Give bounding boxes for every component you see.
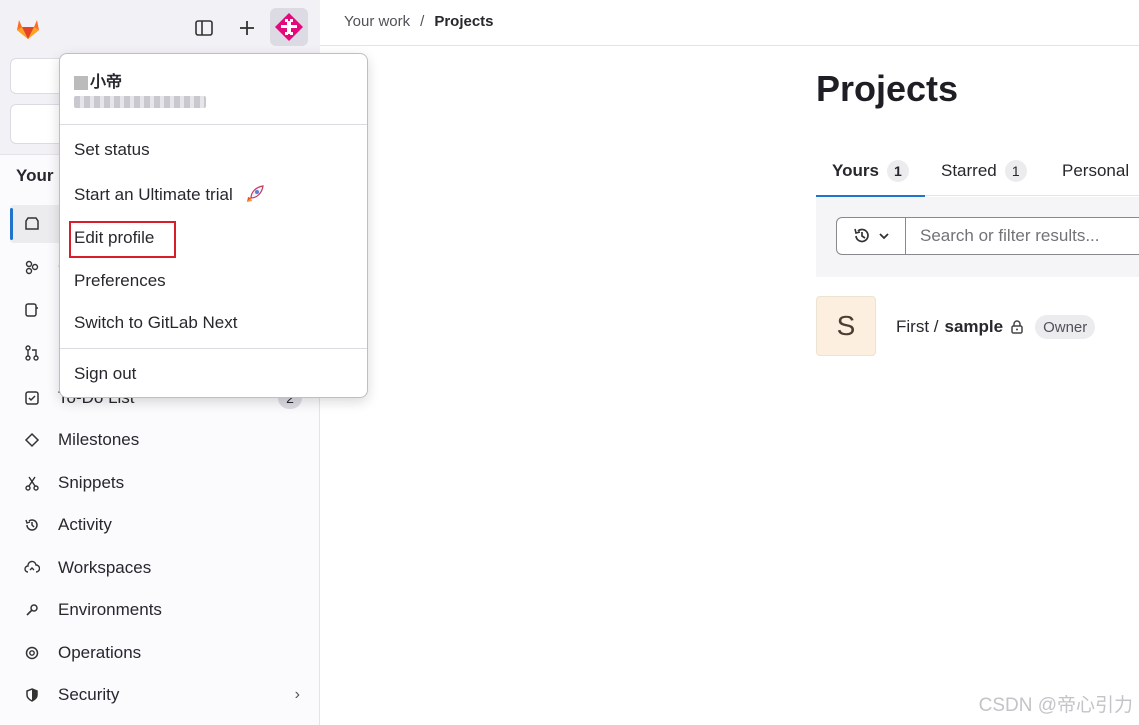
set-status-item[interactable]: Set status bbox=[74, 140, 150, 160]
snippet-icon bbox=[22, 473, 42, 493]
redacted-block bbox=[74, 75, 88, 90]
tab-count-badge: 1 bbox=[886, 160, 909, 182]
sidebar-item-workspaces[interactable]: Workspaces bbox=[10, 549, 310, 587]
tab-yours[interactable]: Yours 1 bbox=[816, 146, 925, 197]
merge-request-icon bbox=[22, 343, 42, 363]
tab-label: Starred bbox=[941, 161, 997, 180]
project-avatar[interactable]: S bbox=[816, 296, 876, 356]
search-input[interactable]: Search or filter results... bbox=[905, 217, 1139, 255]
menu-divider bbox=[60, 124, 367, 125]
breadcrumb-current[interactable]: Projects bbox=[434, 13, 493, 30]
search-history-dropdown[interactable] bbox=[836, 217, 906, 255]
workspace-icon bbox=[22, 558, 42, 578]
menu-item-label: Start an Ultimate trial bbox=[74, 185, 233, 204]
watermark: CSDN @帝心引力 bbox=[978, 695, 1133, 716]
rocket-icon bbox=[246, 185, 264, 202]
breadcrumb-separator: / bbox=[420, 13, 425, 30]
chevron-down-icon bbox=[879, 233, 889, 240]
user-avatar-button[interactable] bbox=[270, 8, 308, 46]
sidebar-item-label: Security bbox=[58, 685, 120, 704]
sidebar-item-snippets[interactable]: Snippets bbox=[10, 464, 310, 502]
environment-icon bbox=[22, 600, 42, 620]
highlight-annotation bbox=[69, 221, 176, 258]
tab-label: Yours bbox=[832, 161, 879, 180]
sidebar-toggle-icon bbox=[195, 20, 213, 36]
plus-icon bbox=[240, 21, 254, 35]
sidebar-item-activity[interactable]: Activity bbox=[10, 506, 310, 544]
tab-count-badge: 1 bbox=[1004, 160, 1027, 182]
issues-icon bbox=[22, 300, 42, 320]
user-menu-dropdown: 小帝 Set status Start an Ultimate trial Ed… bbox=[59, 53, 368, 398]
avatar bbox=[275, 13, 303, 41]
tab-personal[interactable]: Personal bbox=[1062, 146, 1129, 196]
ultimate-trial-item[interactable]: Start an Ultimate trial bbox=[74, 184, 265, 206]
project-name[interactable]: sample bbox=[945, 317, 1004, 337]
todo-icon bbox=[22, 388, 42, 408]
shield-icon bbox=[22, 685, 42, 705]
switch-gitlab-next-item[interactable]: Switch to GitLab Next bbox=[74, 313, 237, 333]
user-name-text: 小帝 bbox=[90, 74, 123, 91]
user-info[interactable]: 小帝 bbox=[74, 68, 206, 108]
user-display-name: 小帝 bbox=[74, 68, 206, 92]
user-handle-redacted bbox=[74, 96, 206, 108]
menu-divider bbox=[60, 348, 367, 349]
lock-icon bbox=[1011, 320, 1023, 334]
sidebar-item-label: Operations bbox=[58, 643, 142, 662]
sidebar-item-operations[interactable]: Operations bbox=[10, 634, 310, 672]
tab-starred[interactable]: Starred 1 bbox=[941, 146, 1027, 196]
project-tabs: Yours 1 Starred 1 Personal bbox=[816, 146, 1139, 197]
sidebar-item-label: Environments bbox=[58, 600, 162, 619]
gitlab-logo-icon[interactable] bbox=[14, 14, 42, 42]
group-icon bbox=[22, 257, 42, 277]
breadcrumb-your-work[interactable]: Your work bbox=[344, 13, 410, 30]
sidebar-item-label: Snippets bbox=[58, 473, 125, 492]
sidebar-toggle-button[interactable] bbox=[186, 10, 222, 46]
create-new-button[interactable] bbox=[229, 10, 265, 46]
project-namespace[interactable]: First / bbox=[896, 317, 939, 337]
breadcrumb: Your work / Projects bbox=[344, 13, 494, 30]
operations-icon bbox=[22, 643, 42, 663]
preferences-item[interactable]: Preferences bbox=[74, 271, 166, 291]
page-title: Projects bbox=[816, 68, 959, 109]
project-icon bbox=[22, 214, 42, 234]
milestone-icon bbox=[22, 430, 42, 450]
history-icon bbox=[22, 515, 42, 535]
chevron-right-icon: › bbox=[294, 686, 300, 703]
sidebar-item-label: Workspaces bbox=[58, 558, 152, 577]
tab-label: Personal bbox=[1062, 161, 1130, 180]
sidebar-item-label: Milestones bbox=[58, 430, 140, 449]
search-placeholder: Search or filter results... bbox=[920, 226, 1100, 245]
sidebar-item-security[interactable]: Security › bbox=[10, 676, 310, 714]
header-divider bbox=[320, 45, 1139, 46]
sidebar-section-heading: Your bbox=[16, 166, 54, 185]
role-badge: Owner bbox=[1035, 315, 1096, 339]
history-icon bbox=[854, 228, 869, 243]
sign-out-item[interactable]: Sign out bbox=[74, 364, 136, 384]
sidebar-item-label: Activity bbox=[58, 515, 112, 534]
sidebar-item-environments[interactable]: Environments bbox=[10, 591, 310, 629]
filter-bar: Search or filter results... bbox=[816, 197, 1139, 277]
project-row: First / sample Owner bbox=[896, 315, 1096, 339]
sidebar-item-milestones[interactable]: Milestones bbox=[10, 421, 310, 459]
